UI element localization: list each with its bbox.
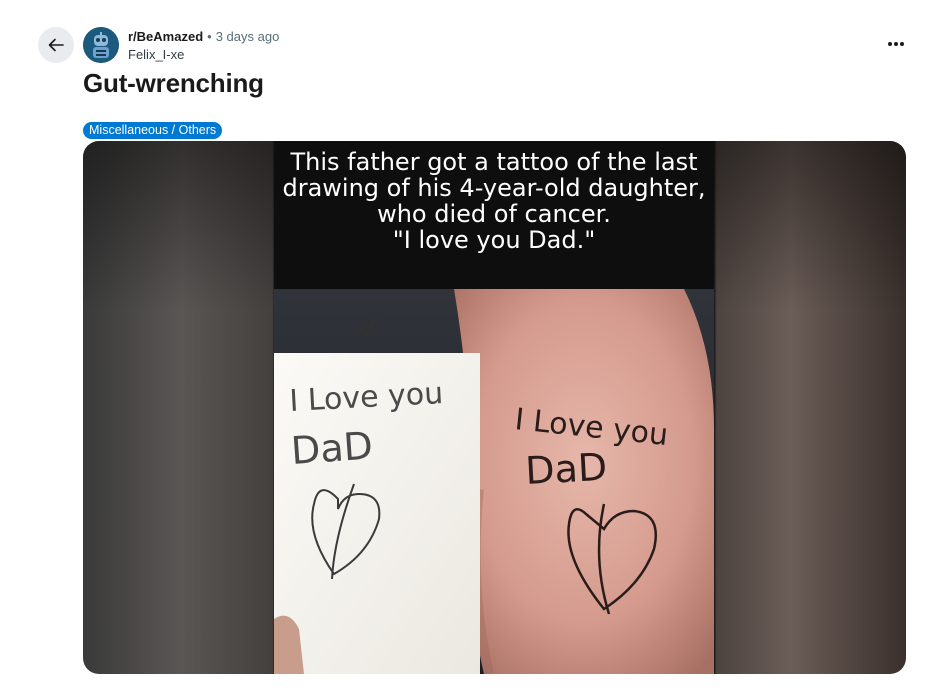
post-media[interactable]: This father got a tattoo of the last dra… [83,141,906,674]
caption-line: drawing of his 4-year-old daughter, [282,174,706,202]
image-caption: This father got a tattoo of the last dra… [274,149,714,253]
subreddit-avatar[interactable] [83,27,119,63]
author-link[interactable]: Felix_I-xe [128,47,279,63]
more-horizontal-icon [888,42,904,46]
back-button[interactable] [38,27,74,63]
more-options-button[interactable] [880,32,912,56]
post-flair[interactable]: Miscellaneous / Others [83,122,223,139]
paper-text-line2: DaD [290,423,375,473]
post-time: 3 days ago [215,29,280,44]
caption-line: "I love you Dad." [392,226,596,254]
caption-line: who died of cancer. [377,200,611,228]
tattoo-text-line2: DaD [524,445,608,493]
photo-scene: I Love you DaD I Love you DaD [274,289,714,674]
post-meta: r/BeAmazed • 3 days ago Felix_I-xe [128,29,279,63]
meta-separator: • [207,29,212,44]
robot-avatar-icon [83,27,119,63]
subreddit-link[interactable]: r/BeAmazed [128,29,203,45]
post-title[interactable]: Gut-wrenching [83,68,264,99]
arrow-left-icon [48,38,64,52]
caption-line: This father got a tattoo of the last [290,148,698,176]
post-image: This father got a tattoo of the last dra… [274,141,714,674]
